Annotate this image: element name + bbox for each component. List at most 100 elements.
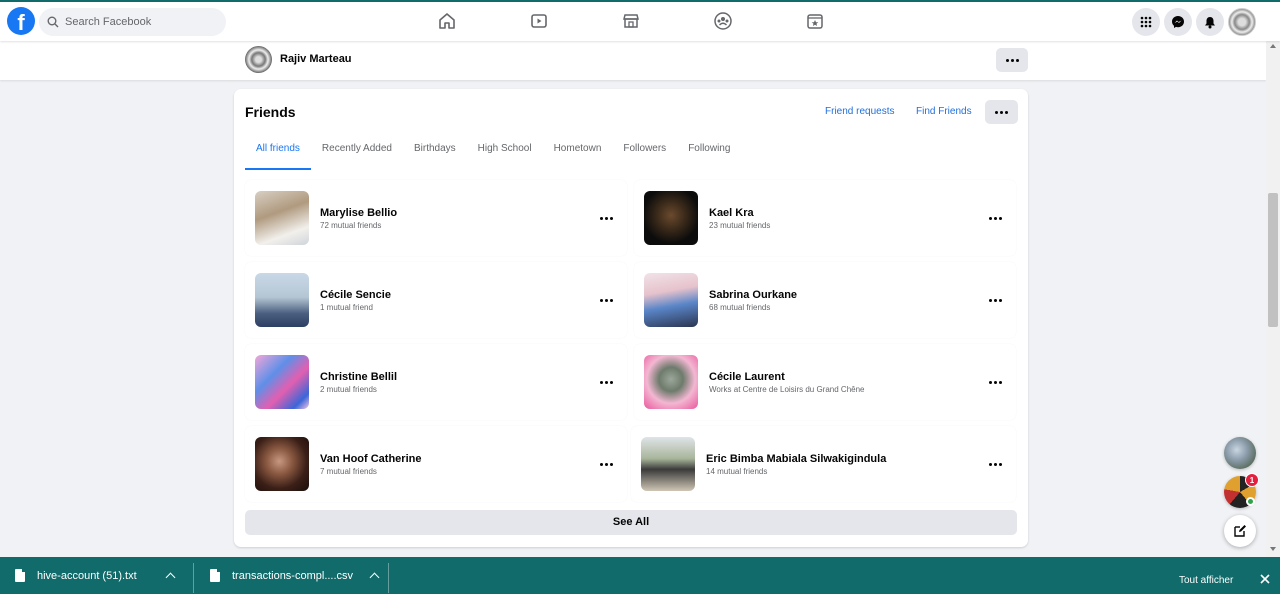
friend-more-button[interactable] xyxy=(595,289,617,311)
friend-name[interactable]: Marylise Bellio xyxy=(320,207,397,219)
scroll-down-icon[interactable] xyxy=(1270,547,1276,551)
friend-photo[interactable] xyxy=(644,273,698,327)
friend-name[interactable]: Christine Bellil xyxy=(320,371,397,383)
search-input[interactable] xyxy=(65,16,215,28)
see-all-button[interactable]: See All xyxy=(245,510,1017,535)
friend-photo[interactable] xyxy=(644,355,698,409)
friend-card[interactable]: Eric Bimba Mabiala Silwakigindula 14 mut… xyxy=(631,426,1016,502)
friend-name[interactable]: Cécile Sencie xyxy=(320,289,391,301)
friend-card[interactable]: Cécile Sencie 1 mutual friend xyxy=(245,262,627,338)
friend-name[interactable]: Eric Bimba Mabiala Silwakigindula xyxy=(706,453,886,465)
friend-more-button[interactable] xyxy=(984,453,1006,475)
friend-photo[interactable] xyxy=(644,191,698,245)
menu-grid-icon[interactable] xyxy=(1132,8,1160,36)
notifications-icon[interactable] xyxy=(1196,8,1224,36)
friend-more-button[interactable] xyxy=(595,207,617,229)
avatar[interactable] xyxy=(245,46,272,73)
scroll-up-icon[interactable] xyxy=(1270,44,1276,48)
more-icon xyxy=(599,298,613,302)
more-icon xyxy=(599,216,613,220)
file-icon xyxy=(210,569,220,582)
friend-more-button[interactable] xyxy=(984,289,1006,311)
friend-photo[interactable] xyxy=(641,437,695,491)
chevron-up-icon[interactable] xyxy=(369,572,380,583)
tab-followers[interactable]: Followers xyxy=(612,133,677,170)
friend-card[interactable]: Sabrina Ourkane 68 mutual friends xyxy=(634,262,1016,338)
more-icon xyxy=(1005,58,1019,62)
chevron-up-icon[interactable] xyxy=(165,572,176,583)
facebook-logo[interactable]: f xyxy=(7,7,35,35)
more-icon xyxy=(995,110,1008,114)
tab-recently-added[interactable]: Recently Added xyxy=(311,133,403,170)
chat-head-contact[interactable] xyxy=(1224,437,1256,469)
tab-high-school[interactable]: High School xyxy=(467,133,543,170)
friends-more-button[interactable] xyxy=(985,100,1018,124)
profile-subheader: Rajiv Marteau xyxy=(0,41,1266,80)
friend-more-button[interactable] xyxy=(595,453,617,475)
friend-photo[interactable] xyxy=(255,273,309,327)
messenger-icon[interactable] xyxy=(1164,8,1192,36)
friends-tabs: All friends Recently Added Birthdays Hig… xyxy=(245,133,741,170)
page-scrollbar[interactable] xyxy=(1266,41,1280,557)
friend-subtitle: 23 mutual friends xyxy=(709,221,771,230)
friend-subtitle: 14 mutual friends xyxy=(706,467,768,476)
friend-subtitle: 2 mutual friends xyxy=(320,385,377,394)
friend-name[interactable]: Van Hoof Catherine xyxy=(320,453,421,465)
friend-subtitle: 68 mutual friends xyxy=(709,303,771,312)
friend-card[interactable]: Kael Kra 23 mutual friends xyxy=(634,180,1016,256)
friend-more-button[interactable] xyxy=(984,371,1006,393)
compose-icon xyxy=(1234,525,1246,537)
tab-all-friends[interactable]: All friends xyxy=(245,133,311,170)
download-item[interactable]: hive-account (51).txt xyxy=(15,557,176,594)
new-message-button[interactable] xyxy=(1224,515,1256,547)
friend-more-button[interactable] xyxy=(984,207,1006,229)
search-icon xyxy=(47,16,59,28)
friend-subtitle: Works at Centre de Loisirs du Grand Chên… xyxy=(709,385,865,394)
search-box[interactable] xyxy=(39,8,226,36)
home-icon[interactable] xyxy=(436,10,458,32)
friends-card: Friends Friend requests Find Friends All… xyxy=(234,89,1028,547)
more-icon xyxy=(988,216,1002,220)
gaming-icon[interactable] xyxy=(804,10,826,32)
friend-photo[interactable] xyxy=(255,355,309,409)
tab-birthdays[interactable]: Birthdays xyxy=(403,133,467,170)
more-icon xyxy=(599,380,613,384)
download-item[interactable]: transactions-compl....csv xyxy=(210,557,380,594)
tab-hometown[interactable]: Hometown xyxy=(543,133,613,170)
divider xyxy=(388,563,389,593)
scroll-thumb[interactable] xyxy=(1268,193,1278,327)
online-status-dot xyxy=(1246,497,1255,506)
more-icon xyxy=(988,380,1002,384)
friend-name[interactable]: Kael Kra xyxy=(709,207,754,219)
find-friends-link[interactable]: Find Friends xyxy=(916,106,972,117)
tab-following[interactable]: Following xyxy=(677,133,741,170)
account-avatar[interactable] xyxy=(1228,8,1256,36)
close-icon[interactable] xyxy=(1259,573,1271,585)
watch-icon[interactable] xyxy=(528,10,550,32)
friend-card[interactable]: Cécile Laurent Works at Centre de Loisir… xyxy=(634,344,1016,420)
friend-card[interactable]: Christine Bellil 2 mutual friends xyxy=(245,344,627,420)
friend-photo[interactable] xyxy=(255,191,309,245)
download-filename[interactable]: hive-account (51).txt xyxy=(37,570,137,582)
top-navigation-bar: f xyxy=(0,0,1280,41)
friend-requests-link[interactable]: Friend requests xyxy=(825,106,894,117)
profile-name[interactable]: Rajiv Marteau xyxy=(280,53,352,65)
section-title: Friends xyxy=(245,104,296,120)
friend-subtitle: 1 mutual friend xyxy=(320,303,373,312)
friend-card[interactable]: Marylise Bellio 72 mutual friends xyxy=(245,180,627,256)
marketplace-icon[interactable] xyxy=(620,10,642,32)
friend-name[interactable]: Cécile Laurent xyxy=(709,371,785,383)
more-options-button[interactable] xyxy=(996,48,1028,72)
friend-more-button[interactable] xyxy=(595,371,617,393)
file-icon xyxy=(15,569,25,582)
friend-subtitle: 7 mutual friends xyxy=(320,467,377,476)
friend-card[interactable]: Van Hoof Catherine 7 mutual friends xyxy=(245,426,627,502)
friend-name[interactable]: Sabrina Ourkane xyxy=(709,289,797,301)
download-filename[interactable]: transactions-compl....csv xyxy=(232,570,353,582)
more-icon xyxy=(988,298,1002,302)
show-all-downloads-button[interactable]: Tout afficher xyxy=(1179,575,1233,586)
friend-subtitle: 72 mutual friends xyxy=(320,221,382,230)
friend-photo[interactable] xyxy=(255,437,309,491)
groups-icon[interactable] xyxy=(712,10,734,32)
more-icon xyxy=(599,462,613,466)
